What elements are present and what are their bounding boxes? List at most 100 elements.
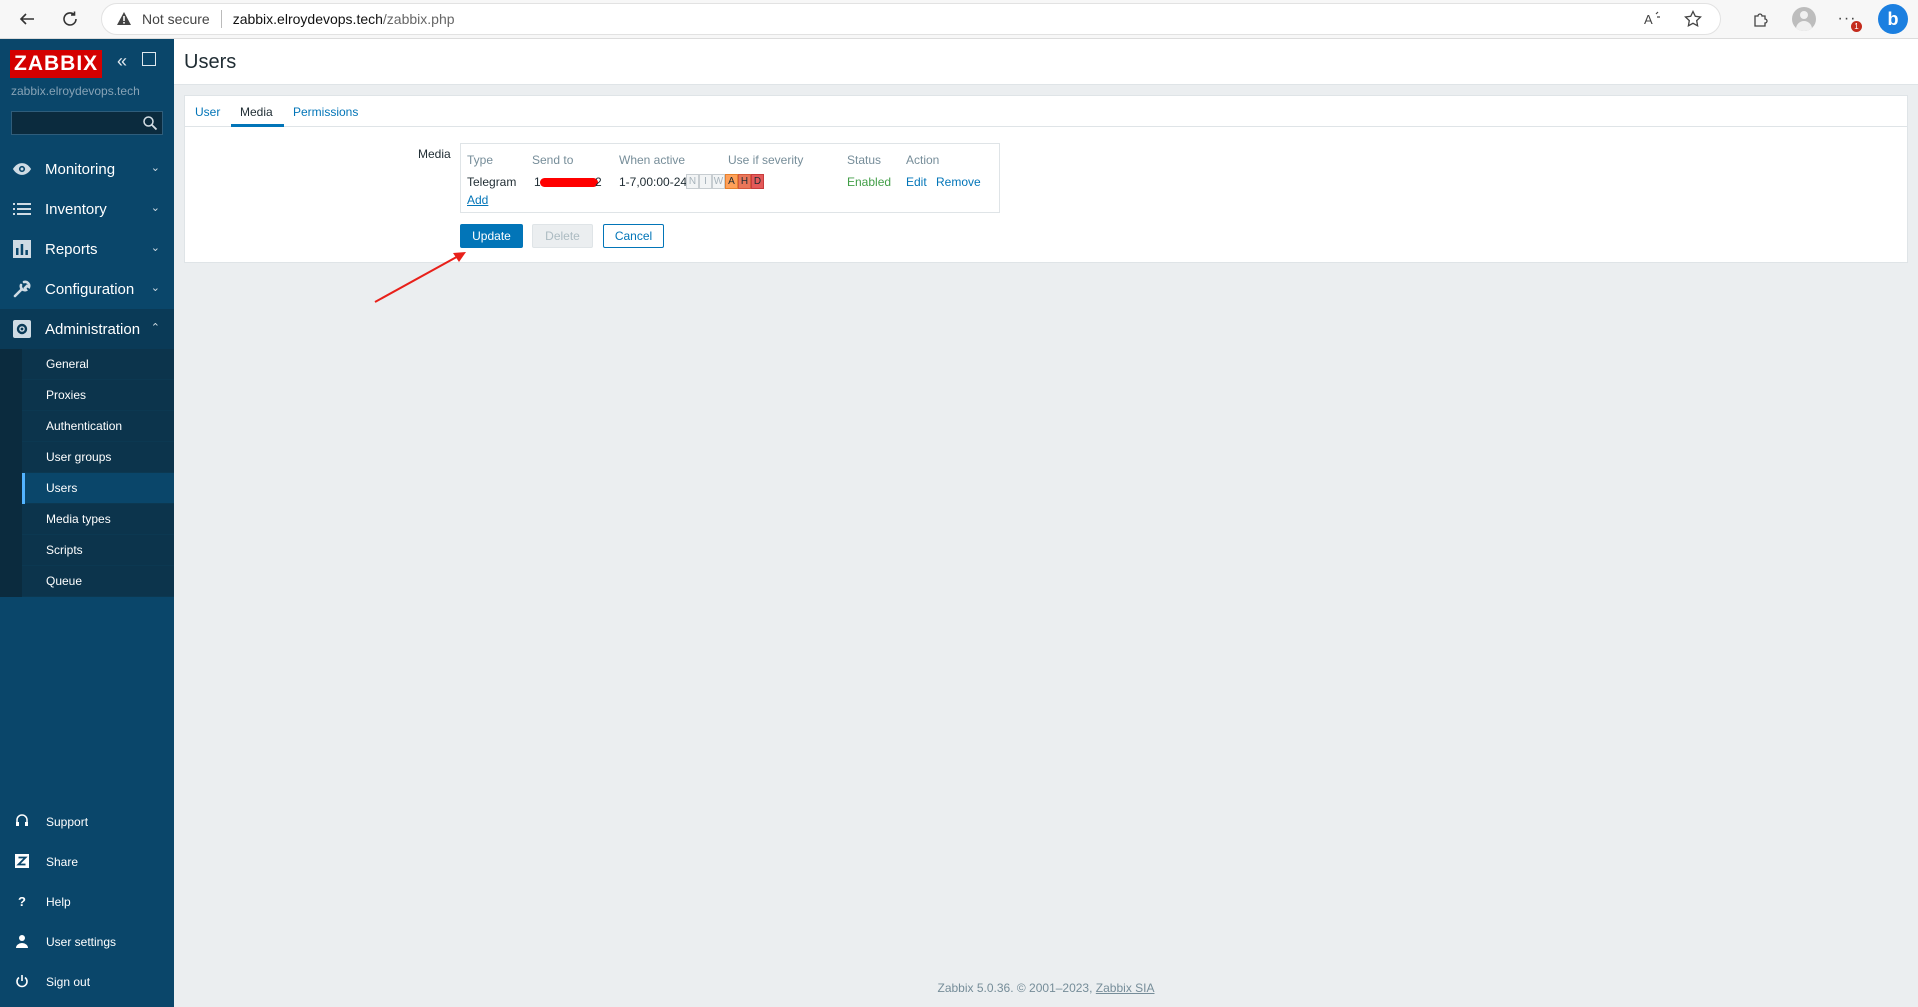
back-arrow-icon[interactable] [13,5,41,33]
question-icon: ? [18,893,26,909]
zabbix-logo[interactable]: ZABBIX [10,50,103,78]
severity-not-classified: N [686,174,699,189]
url-host: zabbix.elroydevops.tech [232,11,383,27]
chevron-down-icon: ⌄ [150,202,160,214]
zabbix-sia-link[interactable]: Zabbix SIA [1096,981,1155,995]
tab-permissions[interactable]: Permissions [293,105,358,119]
footer: Zabbix 5.0.36. © 2001–2023, Zabbix SIA [174,981,1918,995]
chevron-up-icon: ⌃ [150,322,160,334]
menu-support[interactable]: Support [0,801,174,841]
submenu-proxies[interactable]: Proxies [22,380,174,411]
reload-icon[interactable] [56,5,84,33]
extensions-puzzle-icon[interactable] [1750,8,1772,30]
sidebar: ZABBIX « zabbix.elroydevops.tech Monitor… [0,39,174,1007]
sidebar-bottom-menu: Support Share ? Help User settings Sign … [0,801,174,1001]
user-form: User Media Permissions Media Type Send t… [184,95,1908,263]
column-header-action: Action [906,153,940,167]
bottom-menu-label: Sign out [46,975,91,989]
media-type-cell: Telegram [467,175,517,189]
notification-badge: 1 [1851,21,1862,32]
severity-information: I [699,174,712,189]
menu-label: Configuration [45,281,135,298]
submenu-media-types[interactable]: Media types [22,504,174,535]
active-tab-indicator [231,124,284,127]
menu-inventory[interactable]: Inventory ⌄ [0,189,174,229]
menu-label: Administration [45,321,141,338]
menu-share[interactable]: Share [0,841,174,881]
collapse-sidebar-icon[interactable]: « [117,51,127,72]
kiosk-mode-icon[interactable] [142,52,156,66]
submenu-queue[interactable]: Queue [22,566,174,597]
bing-copilot-icon[interactable]: b [1878,4,1908,34]
security-label[interactable]: Not secure [142,11,210,27]
submenu-scripts[interactable]: Scripts [22,535,174,566]
headset-icon [14,813,30,829]
url-path: /zabbix.php [382,11,455,27]
cancel-button[interactable]: Cancel [603,224,664,248]
address-bar[interactable]: Not secure zabbix.elroydevops.tech /zabb… [101,3,1721,35]
column-header-type: Type [467,153,494,167]
media-field-label: Media [418,147,451,161]
submenu-authentication[interactable]: Authentication [22,411,174,442]
media-table: Type Send to When active Use if severity… [460,143,1000,213]
column-header-status: Status [847,153,882,167]
server-name: zabbix.elroydevops.tech [11,84,140,98]
submenu-general[interactable]: General [22,349,174,380]
menu-configuration[interactable]: Configuration ⌄ [0,269,174,309]
submenu-label: Users [46,481,78,495]
eye-icon [12,160,32,178]
submenu-label: Scripts [46,543,83,557]
severity-indicators: N I W A H D [686,174,764,189]
delete-button: Delete [532,224,593,248]
menu-label: Monitoring [45,161,116,178]
edit-media-link[interactable]: Edit [906,175,927,189]
status-enabled-link[interactable]: Enabled [847,175,891,189]
menu-reports[interactable]: Reports ⌄ [0,229,174,269]
menu-help[interactable]: ? Help [0,881,174,921]
page-header: Users [174,39,1918,85]
search-icon[interactable] [142,115,158,131]
warning-icon [116,11,132,27]
wrench-icon [12,280,32,298]
tab-media[interactable]: Media [240,105,273,119]
search-input[interactable] [11,111,163,135]
submenu-label: General [46,357,89,371]
menu-monitoring[interactable]: Monitoring ⌄ [0,149,174,189]
menu-administration[interactable]: Administration ⌃ [0,309,174,349]
share-z-icon [14,853,30,869]
menu-user-settings[interactable]: User settings [0,921,174,961]
main-menu: Monitoring ⌄ Inventory ⌄ Reports ⌄ Confi… [0,149,174,597]
add-media-link[interactable]: Add [467,193,488,207]
browser-toolbar: Not secure zabbix.elroydevops.tech /zabb… [0,0,1918,39]
severity-high: H [738,174,751,189]
profile-avatar[interactable] [1792,7,1816,31]
bottom-menu-label: Support [46,815,89,829]
bar-chart-icon [12,240,32,258]
gear-icon [12,320,32,338]
footer-copyright: Zabbix 5.0.36. © 2001–2023, [937,981,1093,995]
send-to-last-char: 2 [595,175,602,189]
address-divider [220,10,222,28]
user-icon [14,933,30,949]
submenu-user-groups[interactable]: User groups [22,442,174,473]
submenu-label: Authentication [46,419,123,433]
severity-warning: W [712,174,725,189]
more-menu-icon[interactable]: ··· 1 [1836,8,1862,32]
administration-submenu: General Proxies Authentication User grou… [0,349,174,597]
submenu-users[interactable]: Users [22,473,174,504]
read-aloud-icon[interactable]: A [1642,8,1664,30]
severity-average: A [725,174,738,189]
menu-label: Reports [45,241,98,258]
tab-user[interactable]: User [195,105,220,119]
list-icon [12,200,32,218]
column-header-use-if-severity: Use if severity [728,153,804,167]
column-header-when-active: When active [619,153,686,167]
bottom-menu-label: User settings [46,935,117,949]
page-title: Users [184,51,237,73]
menu-sign-out[interactable]: Sign out [0,961,174,1001]
submenu-label: Media types [46,512,111,526]
remove-media-link[interactable]: Remove [936,175,981,189]
submenu-label: Proxies [46,388,87,402]
favorite-star-icon[interactable] [1682,8,1704,30]
bottom-menu-label: Share [46,855,79,869]
